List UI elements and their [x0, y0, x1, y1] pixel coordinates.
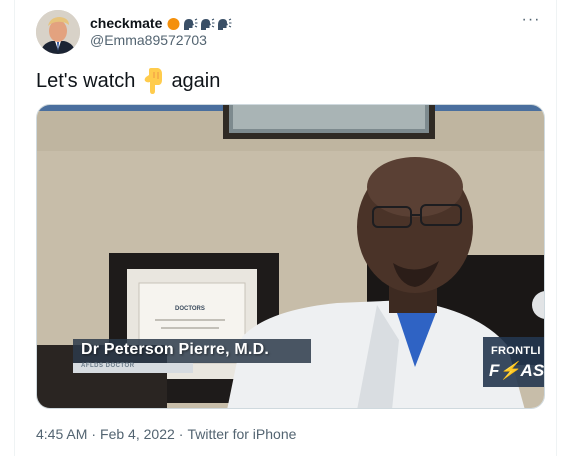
wall-sign-text: DOCTORS	[175, 306, 205, 312]
backhand-index-pointing-down-icon	[145, 68, 163, 94]
video-overlay-subtitle: AFLDS DOCTOR	[81, 363, 135, 369]
video-overlay-name: Dr Peterson Pierre, M.D.	[81, 341, 269, 358]
network-logo-line2: F⚡AS	[489, 361, 545, 380]
video-player[interactable]: DOCTORS Dr Peterson Pierre, M.D. AFLDS D…	[36, 104, 545, 409]
avatar[interactable]	[36, 10, 80, 54]
tweet-card: checkmate @Emma89572703 ··· Let's watch	[14, 0, 557, 456]
tweet-time[interactable]: 4:45 AM	[36, 426, 87, 442]
network-logo-line1: FRONTLI	[491, 345, 541, 357]
speaking-head-icon	[218, 18, 232, 30]
meta-separator: ·	[91, 426, 97, 442]
tweet-text-after: again	[171, 69, 221, 92]
more-options-button[interactable]: ···	[520, 10, 542, 30]
speaking-head-icon	[201, 18, 215, 30]
tweet-date[interactable]: Feb 4, 2022	[100, 426, 175, 442]
tweet-text: Let's watch again	[36, 68, 220, 94]
author-line: checkmate	[90, 14, 232, 32]
tweet-text-before: Let's watch	[36, 69, 136, 92]
tweet-metadata: 4:45 AM · Feb 4, 2022 · Twitter for iPho…	[36, 426, 296, 442]
name-emoji-badges	[166, 16, 232, 31]
display-name[interactable]: checkmate	[90, 15, 162, 31]
meta-separator: ·	[178, 426, 184, 442]
user-handle[interactable]: @Emma89572703	[90, 32, 207, 48]
tweet-source-link[interactable]: Twitter for iPhone	[187, 426, 296, 442]
orange-circle-icon	[167, 17, 180, 30]
speaking-head-icon	[184, 18, 198, 30]
avatar-image	[36, 10, 80, 54]
